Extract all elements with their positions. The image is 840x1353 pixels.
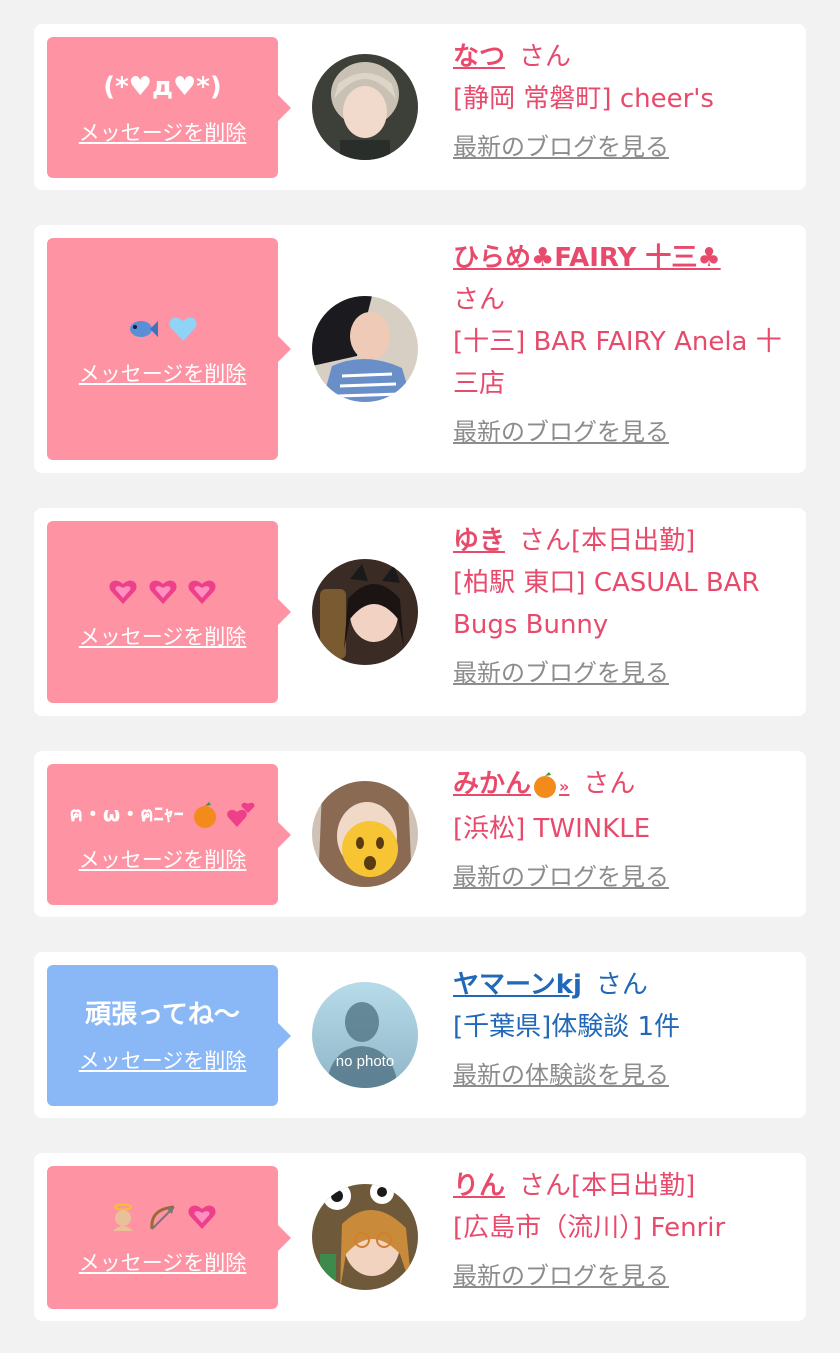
- shop-info: [静岡 常磐町] cheer's: [453, 84, 714, 114]
- shop-info: [柏駅 東口] CASUAL BAR Bugs Bunny: [453, 568, 760, 640]
- growing-heart-icon: [188, 580, 216, 604]
- name-line: みかん » さん: [453, 763, 803, 808]
- tangerine-icon: [193, 802, 216, 828]
- shop-info: [浜松] TWINKLE: [453, 814, 651, 844]
- latest-blog-link[interactable]: 最新のブログを見る: [453, 862, 669, 892]
- avatar[interactable]: [312, 296, 418, 402]
- user-name-link[interactable]: ヤマーンkj: [453, 970, 582, 1000]
- user-info: みかん » さん [浜松] TWINKLE 最新のブログを見る: [453, 763, 803, 892]
- message-bubble: ฅ・ω・ฅﾆｬｰ メッセージを削除: [47, 764, 291, 905]
- user-info: ヤマーンkj さん [千葉県]体験談 1件 最新の体験談を見る: [453, 964, 803, 1090]
- message-bubble: 頑張ってね〜 メッセージを削除: [47, 965, 291, 1106]
- san-label: さん: [453, 285, 506, 315]
- fish-icon: [129, 320, 158, 337]
- message-card: メッセージを削除 りん さん[本日出勤] [広島市（流川）] Fenrir 最新の…: [34, 1153, 806, 1321]
- latest-review-link[interactable]: 最新の体験談を見る: [453, 1060, 669, 1090]
- shop-info: [広島市（流川）] Fenrir: [453, 1213, 726, 1243]
- shop-info: [十三] BAR FAIRY Anela 十三店: [453, 327, 782, 399]
- latest-blog-link[interactable]: 最新のブログを見る: [453, 132, 669, 162]
- growing-heart-icon: [188, 1205, 216, 1229]
- name-line: なつ さん: [453, 36, 803, 78]
- delete-message-link[interactable]: メッセージを削除: [79, 1048, 247, 1074]
- no-photo-avatar: no photo: [312, 982, 418, 1088]
- no-photo-label: no photo: [336, 1053, 394, 1070]
- growing-heart-icon: [109, 580, 137, 604]
- avatar[interactable]: [312, 54, 418, 160]
- name-line: ヤマーンkj さん: [453, 964, 803, 1006]
- message-text: [108, 1200, 216, 1234]
- san-label: さん: [595, 970, 648, 1000]
- message-card: メッセージを削除 ひらめ♣FAIRY 十三♣ さん [十三] BAR FAIRY …: [34, 225, 806, 473]
- user-name-link[interactable]: ひらめ♣FAIRY 十三♣: [453, 243, 721, 273]
- growing-heart-icon: [148, 580, 177, 604]
- san-label: さん: [519, 1171, 572, 1201]
- latest-blog-link[interactable]: 最新のブログを見る: [453, 417, 669, 447]
- angel-icon: [113, 1203, 134, 1231]
- user-name-text: みかん: [453, 769, 532, 799]
- message-text: [108, 574, 216, 608]
- message-bubble: メッセージを削除: [47, 521, 291, 703]
- message-bubble: メッセージを削除: [47, 1166, 291, 1309]
- user-info: ゆき さん[本日出勤] [柏駅 東口] CASUAL BAR Bugs Bunny…: [453, 520, 813, 688]
- avatar-photo: [312, 559, 418, 665]
- bow-and-arrow-icon: [149, 1205, 175, 1230]
- user-info: ひらめ♣FAIRY 十三♣ さん [十三] BAR FAIRY Anela 十三店…: [453, 237, 803, 447]
- delete-message-link[interactable]: メッセージを削除: [79, 361, 247, 387]
- message-card: メッセージを削除 ゆき さん[本日出勤] [柏駅 東口] CASUAL BAR B…: [34, 508, 806, 716]
- two-hearts-icon: [226, 802, 255, 827]
- name-line: ゆき さん[本日出勤]: [453, 520, 813, 562]
- avatar[interactable]: no photo: [312, 982, 418, 1088]
- message-text: ฅ・ω・ฅﾆｬｰ: [69, 797, 255, 831]
- message-text: (*♥д♥*): [103, 71, 222, 102]
- user-info: りん さん[本日出勤] [広島市（流川）] Fenrir 最新のブログを見る: [453, 1165, 803, 1291]
- san-label: さん: [519, 526, 572, 556]
- avatar-photo: [312, 781, 418, 887]
- user-name-link[interactable]: みかん »: [453, 769, 569, 799]
- message-card: ฅ・ω・ฅﾆｬｰ メッセージを削除 みかん » さん [浜松] TWINKLE …: [34, 751, 806, 917]
- avatar[interactable]: [312, 559, 418, 665]
- san-label: さん: [583, 769, 636, 799]
- avatar[interactable]: [312, 781, 418, 887]
- status-label: [本日出勤]: [571, 1171, 696, 1201]
- delete-message-link[interactable]: メッセージを削除: [79, 847, 247, 873]
- delete-message-link[interactable]: メッセージを削除: [79, 624, 247, 650]
- message-bubble: (*♥д♥*) メッセージを削除: [47, 37, 291, 178]
- latest-blog-link[interactable]: 最新のブログを見る: [453, 658, 669, 688]
- avatar-photo: [312, 54, 418, 160]
- delete-message-link[interactable]: メッセージを削除: [79, 1250, 247, 1276]
- delete-message-link[interactable]: メッセージを削除: [79, 120, 247, 146]
- avatar-photo: [312, 296, 418, 402]
- user-name-link[interactable]: なつ: [453, 42, 505, 72]
- light-blue-heart-icon: [169, 317, 197, 341]
- name-suffix: »: [559, 777, 570, 796]
- user-info: なつ さん [静岡 常磐町] cheer's 最新のブログを見る: [453, 36, 803, 162]
- tangerine-icon: [534, 771, 557, 798]
- avatar[interactable]: [312, 1184, 418, 1290]
- message-list: (*♥д♥*) メッセージを削除 なつ さん [静岡 常磐町] cheer's 最…: [0, 0, 840, 1353]
- message-card: (*♥д♥*) メッセージを削除 なつ さん [静岡 常磐町] cheer's 最…: [34, 24, 806, 190]
- status-label: [本日出勤]: [571, 526, 696, 556]
- name-line: りん さん[本日出勤]: [453, 1165, 803, 1207]
- san-label: さん: [519, 42, 572, 72]
- avatar-photo: [312, 1184, 418, 1290]
- message-card: 頑張ってね〜 メッセージを削除 no photo ヤマーンkj さん [千葉県]…: [34, 952, 806, 1118]
- user-name-link[interactable]: ゆき: [453, 526, 505, 556]
- message-text: 頑張ってね〜: [85, 999, 240, 1030]
- latest-blog-link[interactable]: 最新のブログを見る: [453, 1261, 669, 1291]
- user-name-link[interactable]: りん: [453, 1171, 505, 1201]
- message-text-label: ฅ・ω・ฅﾆｬｰ: [69, 801, 184, 826]
- name-line: ひらめ♣FAIRY 十三♣ さん: [453, 237, 803, 321]
- message-bubble: メッセージを削除: [47, 238, 291, 460]
- shop-info: [千葉県]体験談 1件: [453, 1012, 681, 1042]
- message-text: [127, 311, 198, 345]
